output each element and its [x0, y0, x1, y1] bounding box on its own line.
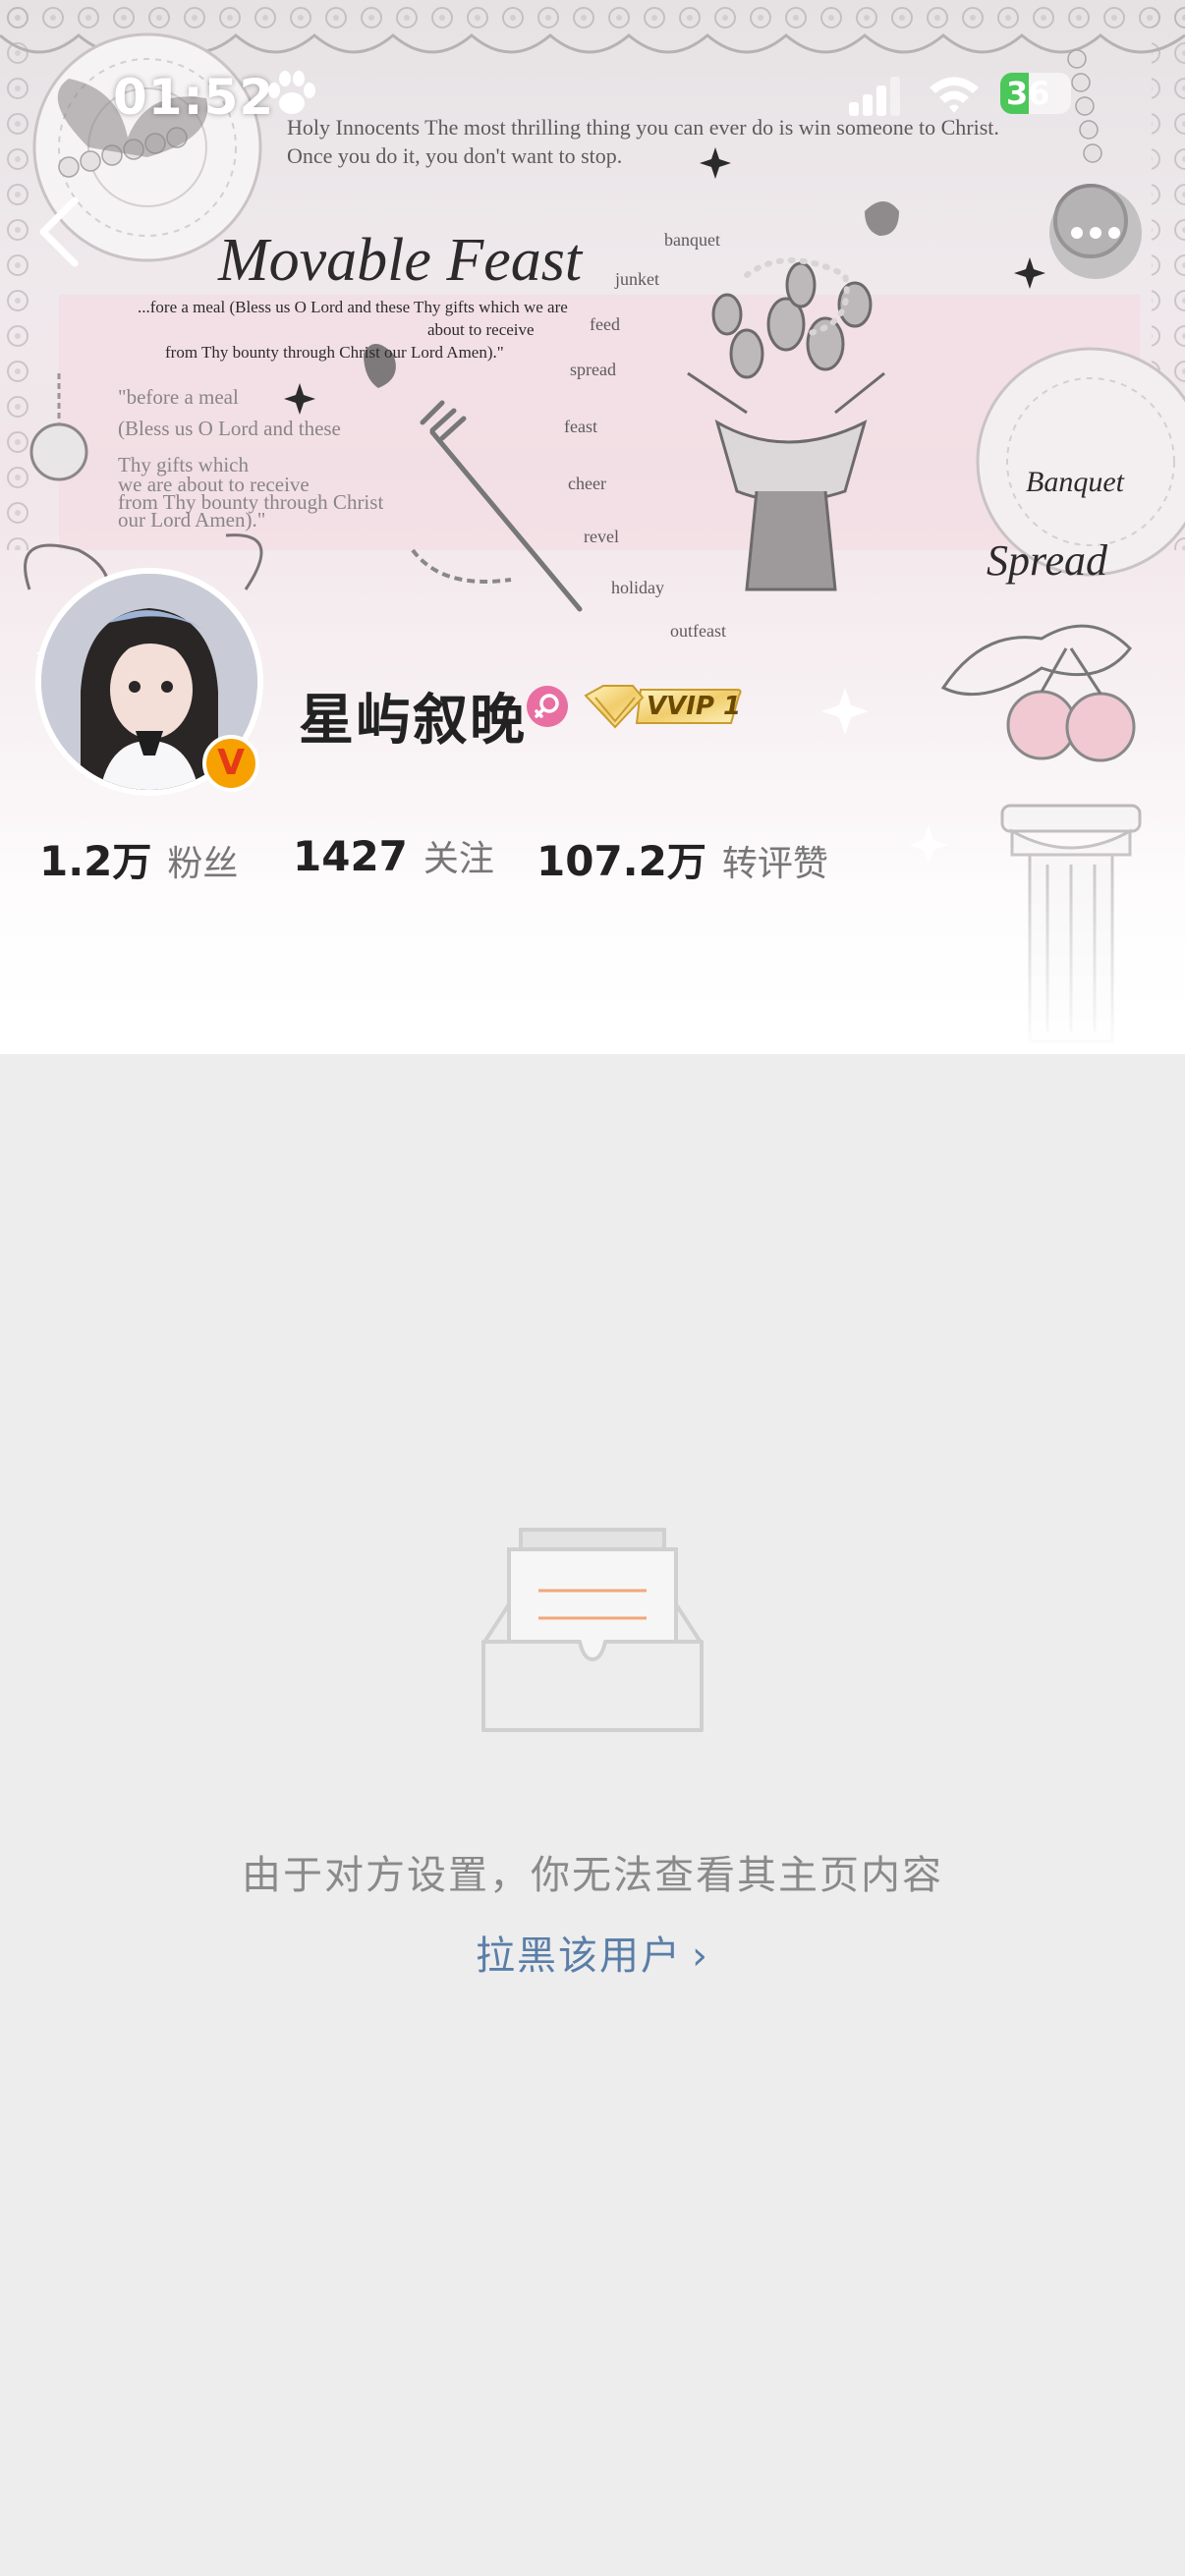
cover-word: junket	[614, 269, 659, 289]
stat-following-value: 1427	[293, 832, 408, 880]
vip-label: VVIP 1	[647, 692, 742, 721]
cover-word: cheer	[568, 474, 606, 493]
paw-icon	[268, 71, 315, 114]
empty-inbox-icon	[481, 1528, 704, 1732]
profile-header: Holy Innocents The most thrilling thing …	[0, 0, 1185, 1054]
cover-quote-2: (Bless us O Lord and these	[118, 417, 341, 440]
stat-fans-unit: 万	[112, 840, 152, 885]
stat-fans-label: 粉丝	[167, 844, 239, 884]
stat-engagement-value: 107.2	[536, 837, 667, 885]
block-user-link[interactable]: 拉黑该用户 ›	[0, 1924, 1185, 1981]
more-icon	[1071, 227, 1120, 239]
more-options-button[interactable]	[1049, 187, 1142, 279]
stat-engagement-label: 转评赞	[721, 844, 828, 884]
cover-prayer-3: from Thy bounty through Christ our Lord …	[165, 343, 504, 362]
cover-word: feast	[564, 417, 597, 436]
cover-poem-line-2: Once you do it, you don't want to stop.	[287, 143, 622, 168]
cover-quote-6: our Lord Amen)."	[118, 508, 265, 532]
stat-following-label: 关注	[423, 839, 494, 879]
verified-badge-icon: V	[202, 735, 259, 792]
battery-percentage: 36	[1006, 75, 1050, 112]
back-button[interactable]	[31, 193, 86, 271]
cover-poem-line-1: Holy Innocents The most thrilling thing …	[287, 115, 999, 140]
stat-fans-value: 1.2	[39, 837, 113, 885]
cover-word: feed	[590, 314, 620, 334]
cover-script-2: Spread	[987, 536, 1108, 585]
cover-word: spread	[570, 360, 616, 379]
cover-artwork: Holy Innocents The most thrilling thing …	[0, 0, 1185, 1054]
cover-word: banquet	[664, 230, 720, 250]
block-user-label: 拉黑该用户	[476, 1933, 682, 1979]
battery-icon: 36	[1000, 73, 1071, 114]
wifi-icon	[930, 77, 979, 113]
cover-script-1: Banquet	[1026, 466, 1125, 498]
empty-state-message: 由于对方设置，你无法查看其主页内容	[242, 1853, 943, 1898]
chevron-right-icon: ›	[692, 1933, 709, 1979]
cover-prayer-1: ...fore a meal (Bless us O Lord and thes…	[138, 298, 568, 316]
status-time: 01:52	[113, 69, 275, 126]
cover-prayer-2: about to receive	[427, 320, 535, 339]
female-gender-icon	[527, 686, 568, 727]
cover-quote-1: "before a meal	[118, 385, 239, 409]
stat-fans[interactable]: 1.2万 粉丝	[39, 830, 238, 889]
username: 星屿叙晚	[299, 689, 527, 753]
cover-word: outfeast	[670, 621, 726, 641]
signal-icon	[849, 77, 900, 116]
cover-word: holiday	[611, 578, 664, 597]
stat-engagement-unit: 万	[666, 840, 706, 885]
stat-following[interactable]: 1427 关注	[293, 830, 494, 889]
cover-title: Movable Feast	[217, 227, 584, 294]
stat-engagement: 107.2万 转评赞	[536, 830, 828, 889]
cover-word: revel	[584, 527, 619, 546]
